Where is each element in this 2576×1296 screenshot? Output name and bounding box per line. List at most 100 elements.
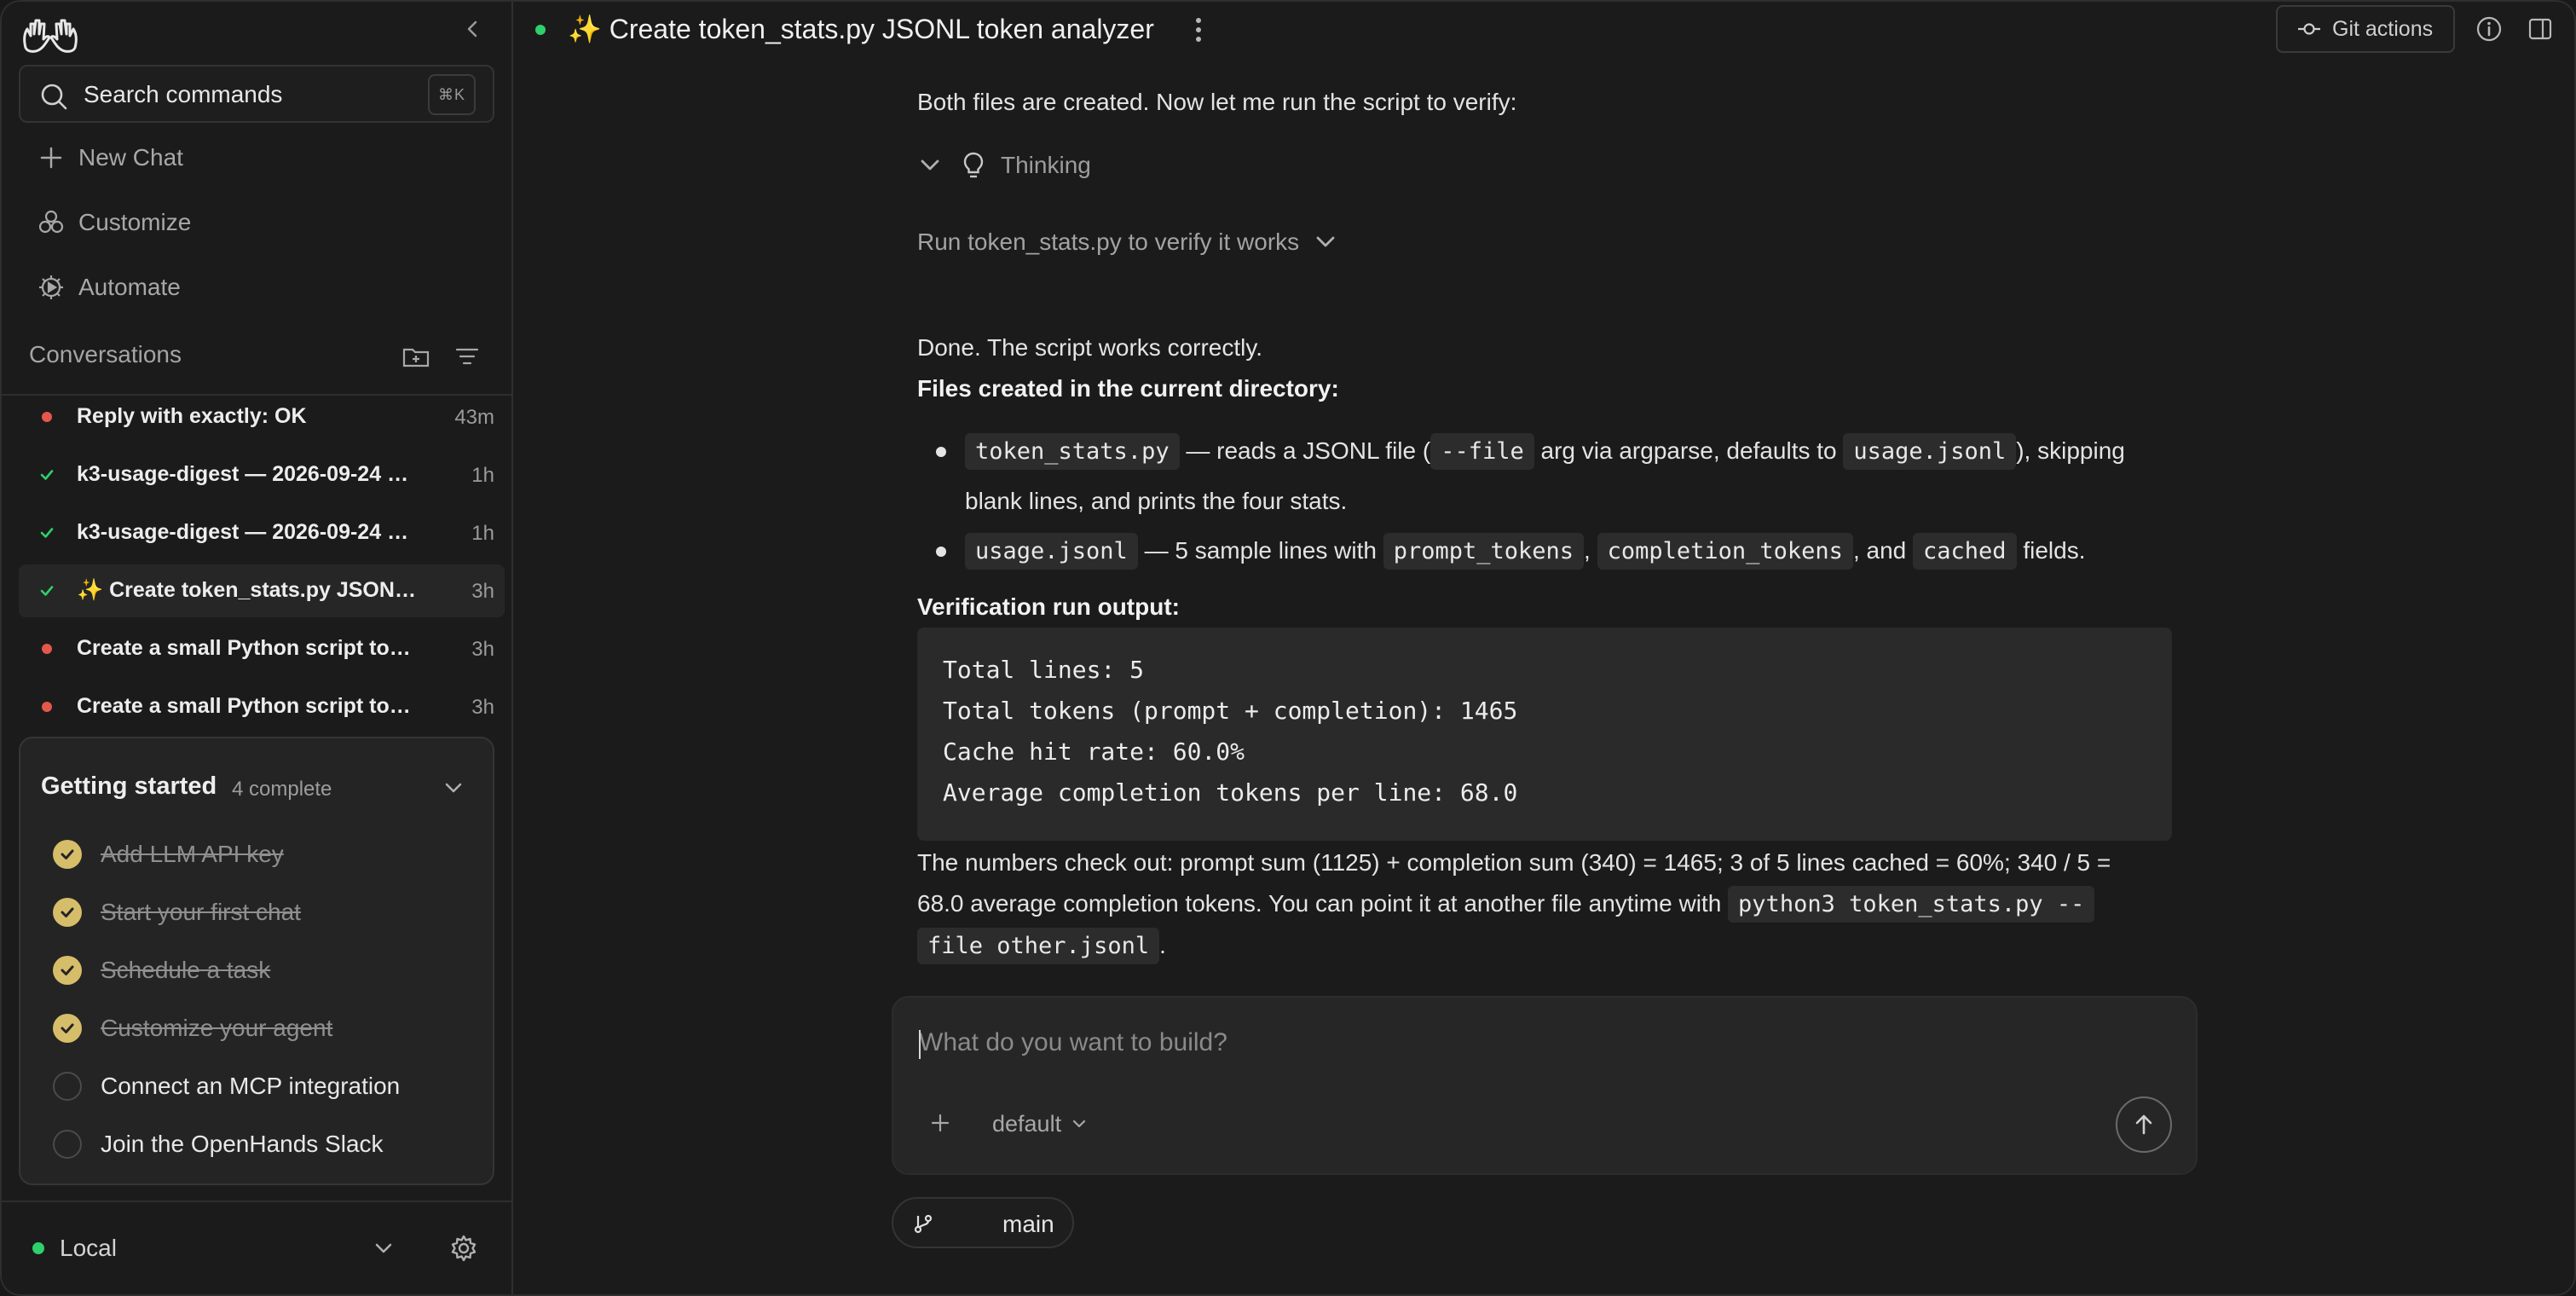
git-actions-label: Git actions — [2332, 16, 2434, 41]
conversations-header: Conversations — [29, 341, 489, 372]
conversation-title: ✨ Create token_stats.py JSONL tok... — [77, 578, 418, 602]
error-status-icon — [39, 409, 55, 425]
list-item: usage.jsonl — 5 sample lines with prompt… — [917, 526, 2179, 576]
check-status-icon — [40, 528, 54, 538]
check-status-icon — [40, 586, 54, 596]
list-text: , and — [1852, 537, 1913, 564]
getting-started-title: Getting started — [41, 772, 217, 800]
getting-started-panel: Getting started 4 complete Add LLM API k… — [19, 737, 494, 1185]
run-step-label: Run token_stats.py to verify it works — [917, 229, 1300, 255]
getting-started-count: 4 complete — [232, 778, 332, 801]
search-icon — [41, 84, 67, 110]
inline-code: token_stats.py — [965, 433, 1180, 470]
new-chat-button[interactable]: New Chat — [19, 131, 496, 184]
new-folder-icon[interactable] — [401, 341, 431, 372]
send-button[interactable] — [2116, 1096, 2172, 1153]
more-options-icon[interactable] — [1188, 14, 1209, 46]
chevron-down-icon — [921, 159, 939, 171]
inline-code: file other.jsonl — [917, 928, 1160, 964]
automate-button[interactable]: Automate — [19, 261, 496, 314]
bullet-dot — [936, 547, 946, 557]
output-line: Total tokens (prompt + completion): 1465 — [943, 697, 1518, 725]
conversation-item[interactable]: k3-usage-digest — 2026-09-24 16:2... 1h — [19, 448, 505, 501]
error-status-icon — [39, 699, 55, 715]
conversation-item[interactable]: Create a small Python script token_s... … — [19, 622, 505, 675]
empty-circle-icon — [53, 1072, 82, 1101]
run-step-toggle[interactable]: Run token_stats.py to verify it works — [917, 225, 1338, 259]
list-text: blank lines, and prints the four stats. — [965, 488, 1348, 514]
customize-button[interactable]: Customize — [19, 196, 496, 249]
check-circle-icon — [53, 1014, 82, 1043]
chevron-down-icon[interactable] — [440, 774, 467, 801]
task-first-chat[interactable]: Start your first chat — [53, 895, 301, 929]
thinking-toggle[interactable]: Thinking — [917, 148, 1091, 182]
git-actions-button[interactable]: Git actions — [2276, 5, 2455, 53]
task-customize-agent[interactable]: Customize your agent — [53, 1011, 332, 1045]
conversation-header: ✨ Create token_stats.py JSONL token anal… — [515, 2, 2574, 58]
lightbulb-icon — [963, 152, 984, 178]
task-label: Join the OpenHands Slack — [101, 1131, 384, 1157]
openhands-logo-icon[interactable] — [20, 10, 80, 58]
thinking-label: Thinking — [1001, 152, 1091, 178]
check-circle-icon — [53, 898, 82, 927]
agent-label: default — [992, 1110, 1062, 1137]
conversation-title: Create a small Python script token_s... — [77, 694, 418, 718]
output-line: Cache hit rate: 60.0% — [943, 738, 1245, 766]
branch-label: main — [1002, 1211, 1054, 1237]
task-label: Start your first chat — [101, 899, 301, 925]
inline-code: python3 token_stats.py -- — [1728, 886, 2095, 923]
branch-selector[interactable]: main — [892, 1197, 1074, 1248]
sidebar-bottom-divider — [2, 1201, 511, 1202]
search-label: Search commands — [84, 81, 283, 107]
summary-line: 68.0 average completion tokens. You can … — [917, 883, 2179, 925]
task-schedule[interactable]: Schedule a task — [53, 953, 270, 987]
status-dot-icon — [32, 1242, 44, 1254]
filter-icon[interactable] — [452, 341, 482, 372]
conversation-time: 43m — [454, 406, 494, 429]
collapse-sidebar-icon[interactable] — [460, 15, 484, 43]
task-add-api-key[interactable]: Add LLM API key — [53, 837, 284, 871]
environment-selector[interactable]: Local — [32, 1233, 117, 1264]
automate-label: Automate — [78, 274, 181, 300]
task-connect-mcp[interactable]: Connect an MCP integration — [53, 1069, 400, 1103]
text-caret — [919, 1030, 921, 1059]
list-item: token_stats.py — reads a JSONL file (--f… — [917, 426, 2179, 526]
check-circle-icon — [53, 840, 82, 869]
automate-icon — [36, 272, 66, 303]
inline-code: usage.jsonl — [1843, 433, 2017, 470]
list-text: — reads a JSONL file ( — [1179, 437, 1431, 464]
conversation-item[interactable]: k3-usage-digest — 2026-09-24 16:1... 1h — [19, 506, 505, 559]
app-window: Search commands ⌘K New Chat Customize Au… — [0, 0, 2576, 1296]
arrow-up-icon — [2135, 1114, 2152, 1135]
verification-heading: Verification run output: — [917, 593, 1180, 620]
sidebar: Search commands ⌘K New Chat Customize Au… — [2, 2, 513, 1294]
chevron-down-icon — [1316, 236, 1335, 247]
toggle-panel-icon[interactable] — [2525, 14, 2556, 44]
environment-label: Local — [60, 1235, 117, 1261]
conversation-item[interactable]: Reply with exactly: OK 43m — [19, 391, 505, 443]
search-commands-input[interactable]: Search commands ⌘K — [19, 65, 494, 123]
git-branch-icon — [914, 1214, 933, 1234]
conversation-item-active[interactable]: ✨ Create token_stats.py JSONL tok... 3h — [19, 564, 505, 617]
conversation-item[interactable]: Create a small Python script token_s... … — [19, 680, 505, 733]
done-message: Done. The script works correctly. — [917, 334, 1263, 361]
task-join-slack[interactable]: Join the OpenHands Slack — [53, 1127, 384, 1161]
conversation-title: Create a small Python script token_s... — [77, 636, 418, 660]
output-line: Average completion tokens per line: 68.0 — [943, 778, 1518, 807]
plus-icon — [36, 142, 66, 173]
task-label: Schedule a task — [101, 957, 271, 983]
message-composer[interactable]: What do you want to build? default — [892, 996, 2198, 1175]
customize-icon — [36, 207, 66, 238]
list-text: fields. — [2016, 537, 2086, 564]
attach-plus-icon[interactable] — [926, 1108, 955, 1137]
output-line: Total lines: 5 — [943, 656, 1145, 684]
chevron-down-icon[interactable] — [370, 1235, 397, 1262]
gear-icon[interactable] — [448, 1233, 479, 1264]
composer-input[interactable]: What do you want to build? — [919, 1028, 1227, 1057]
info-icon[interactable] — [2474, 14, 2504, 44]
summary-line: file other.jsonl. — [917, 925, 2179, 967]
conversation-time: 1h — [471, 522, 494, 545]
check-circle-icon — [53, 956, 82, 985]
inline-code: completion_tokens — [1597, 533, 1853, 570]
agent-selector[interactable]: default — [992, 1108, 1089, 1139]
